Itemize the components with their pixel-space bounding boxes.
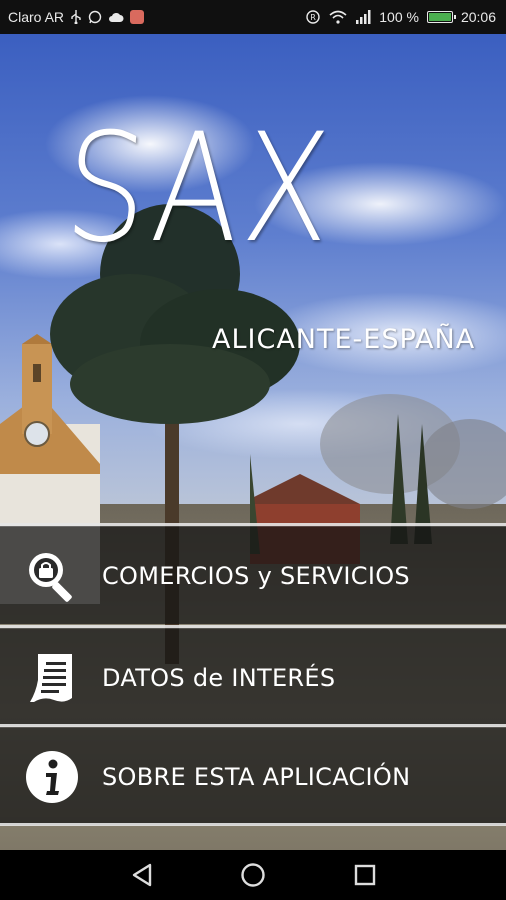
menu-item-comercios[interactable]: COMERCIOS y SERVICIOS <box>0 526 506 624</box>
status-left: Claro AR <box>8 0 145 34</box>
alarm-icon: R <box>305 9 321 25</box>
cloud-icon <box>108 11 124 23</box>
battery-percent: 100 % <box>379 9 419 25</box>
usb-icon <box>70 10 82 24</box>
app-title: SAX <box>60 102 339 276</box>
menu-label-comercios: COMERCIOS y SERVICIOS <box>102 561 410 590</box>
signal-icon <box>355 10 371 24</box>
svg-text:R: R <box>310 13 316 22</box>
carrier-label: Claro AR <box>8 9 65 25</box>
status-right: R 100 % 20:06 <box>305 0 496 34</box>
time-label: 20:06 <box>460 9 496 25</box>
menu-label-sobre: SOBRE ESTA APLICACIÓN <box>102 762 411 791</box>
back-icon[interactable] <box>112 850 172 900</box>
home-icon[interactable] <box>223 850 283 900</box>
whatsapp-icon <box>88 10 102 24</box>
app-notification-icon <box>130 10 145 24</box>
info-icon <box>24 749 80 805</box>
shop-search-icon <box>24 548 80 604</box>
system-nav-bar <box>0 850 506 900</box>
battery-level <box>428 13 451 21</box>
wifi-icon <box>329 10 347 24</box>
app-subtitle: ALICANTE-ESPAÑA <box>212 324 476 355</box>
menu-item-datos[interactable]: DATOS de INTERÉS <box>0 628 506 726</box>
recents-icon[interactable] <box>335 850 395 900</box>
status-bar: Claro AR R 100 % 20:06 <box>0 0 506 34</box>
battery-icon <box>426 11 456 23</box>
document-icon <box>24 650 80 706</box>
menu-item-sobre[interactable]: SOBRE ESTA APLICACIÓN <box>0 727 506 825</box>
menu-divider <box>0 823 506 826</box>
menu-label-datos: DATOS de INTERÉS <box>102 663 336 692</box>
